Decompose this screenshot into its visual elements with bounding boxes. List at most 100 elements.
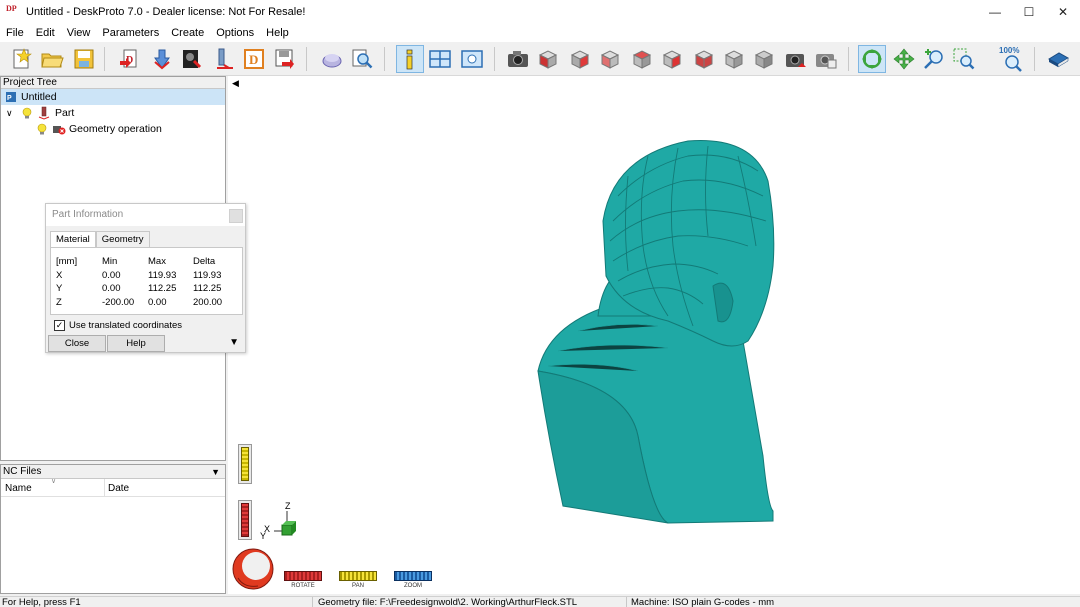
dropdown-arrow-icon[interactable]: ▼: [211, 465, 220, 479]
top-view-icon[interactable]: [658, 45, 686, 73]
dialog-title: Part Information: [52, 209, 124, 220]
menu-edit[interactable]: Edit: [30, 24, 61, 42]
svg-text:P: P: [7, 95, 12, 102]
expand-chevron-icon[interactable]: ∨: [6, 108, 18, 119]
zoom-100-icon[interactable]: 100%: [998, 45, 1026, 73]
view-slider-red[interactable]: [238, 500, 252, 540]
3d-viewport[interactable]: ◀ Z X Y ROTATE PAN ZOOM: [228, 76, 1080, 594]
zoom-mode-button[interactable]: [394, 571, 432, 581]
bottom-view-icon[interactable]: [690, 45, 718, 73]
row-x-delta: 119.93: [193, 270, 222, 281]
bust-model: [537, 140, 775, 524]
tree-item-project-label: Untitled: [21, 91, 57, 103]
fit-view-icon[interactable]: [458, 45, 486, 73]
part-icon[interactable]: [148, 45, 176, 73]
zoom-window-icon[interactable]: [950, 45, 978, 73]
bitmap-icon[interactable]: [178, 45, 206, 73]
export-icon[interactable]: [270, 45, 298, 73]
right-view-icon[interactable]: [628, 45, 656, 73]
row-y-axis: Y: [56, 283, 63, 294]
expand-down-icon[interactable]: ▼: [229, 337, 239, 348]
row-y-min: 0.00: [102, 283, 121, 294]
status-geometry-file: Geometry file: F:\Freedesignwold\2. Work…: [318, 597, 578, 607]
minimize-button[interactable]: —: [978, 0, 1012, 24]
tree-item-project[interactable]: P Untitled: [1, 89, 225, 105]
column-date[interactable]: Date: [108, 483, 129, 494]
menu-help[interactable]: Help: [260, 24, 295, 42]
tree-item-operation[interactable]: Geometry operation: [1, 121, 162, 137]
view-slider-yellow[interactable]: [238, 444, 252, 484]
dialog-title-bar[interactable]: Part Information: [46, 204, 245, 226]
zoom-in-icon[interactable]: [920, 45, 948, 73]
menu-view[interactable]: View: [61, 24, 97, 42]
part-tree-icon: [38, 106, 50, 120]
menu-options[interactable]: Options: [210, 24, 260, 42]
axis-indicator: Z X Y: [260, 501, 300, 546]
back-view-icon[interactable]: [566, 45, 594, 73]
window-title: Untitled - DeskProto 7.0 - Dealer licens…: [26, 6, 306, 18]
axis-z-label: Z: [285, 501, 291, 511]
iso-view-icon[interactable]: [720, 45, 748, 73]
row-x-max: 119.93: [148, 270, 177, 281]
bulb-icon[interactable]: [22, 107, 32, 119]
toolbar: D D 100%: [0, 42, 1080, 76]
pan-icon[interactable]: [890, 45, 918, 73]
operation-error-icon: [52, 123, 66, 135]
rotate-mode-button[interactable]: [284, 571, 322, 581]
open-project-icon[interactable]: [38, 45, 66, 73]
dialog-close-icon[interactable]: [229, 209, 243, 223]
translated-coordinates-checkbox[interactable]: ✓ Use translated coordinates: [54, 320, 182, 331]
tree-item-operation-label: Geometry operation: [69, 123, 162, 135]
close-dialog-button[interactable]: Close: [48, 335, 106, 352]
menu-file[interactable]: File: [0, 24, 30, 42]
bulb-icon[interactable]: [37, 123, 47, 135]
drawing-icon[interactable]: D: [240, 45, 268, 73]
tab-geometry[interactable]: Geometry: [95, 231, 150, 247]
reset-view-icon[interactable]: [782, 45, 810, 73]
close-button[interactable]: ✕: [1046, 0, 1080, 24]
save-project-icon[interactable]: [70, 45, 98, 73]
row-y-delta: 112.25: [193, 283, 222, 294]
menu-create[interactable]: Create: [165, 24, 210, 42]
zoom-100-label: 100%: [999, 46, 1019, 55]
zoom-mode-label: ZOOM: [404, 583, 422, 589]
help-dialog-button[interactable]: Help: [107, 335, 165, 352]
import-geometry-icon[interactable]: D: [116, 45, 144, 73]
nc-files-columns: Name ∨ Date: [1, 478, 225, 497]
vector-icon[interactable]: [210, 45, 238, 73]
copy-view-icon[interactable]: [812, 45, 840, 73]
side-view-icon[interactable]: [750, 45, 778, 73]
tree-item-part[interactable]: ∨ Part: [1, 105, 74, 121]
column-name[interactable]: Name: [5, 483, 32, 494]
rotate-dial[interactable]: [232, 548, 274, 590]
camera-icon[interactable]: [504, 45, 532, 73]
rotate-mode-label: ROTATE: [291, 583, 315, 589]
row-x-min: 0.00: [102, 270, 121, 281]
help-book-icon[interactable]: [1044, 45, 1072, 73]
status-machine: Machine: ISO plain G-codes - mm: [631, 597, 775, 607]
simulate-icon[interactable]: [318, 45, 346, 73]
maximize-button[interactable]: ☐: [1012, 0, 1046, 24]
tab-material[interactable]: Material: [50, 231, 96, 247]
pan-mode-button[interactable]: [339, 571, 377, 581]
status-help: For Help, press F1: [2, 597, 81, 607]
axis-y-label: Y: [260, 531, 267, 541]
tile-view-icon[interactable]: [426, 45, 454, 73]
preview-icon[interactable]: [348, 45, 376, 73]
checkbox-checked-icon[interactable]: ✓: [54, 320, 65, 331]
nc-files-panel: NC Files ▼ Name ∨ Date: [0, 464, 226, 594]
header-delta: Delta: [193, 256, 216, 267]
menu-parameters[interactable]: Parameters: [96, 24, 165, 42]
left-view-icon[interactable]: [596, 45, 624, 73]
rotate-icon[interactable]: [858, 45, 886, 73]
front-view-icon[interactable]: [534, 45, 562, 73]
title-bar: DP Untitled - DeskProto 7.0 - Dealer lic…: [0, 0, 1080, 24]
header-max: Max: [148, 256, 166, 267]
row-z-min: -200.00: [102, 297, 135, 308]
info-icon[interactable]: [396, 45, 424, 73]
svg-text:D: D: [249, 52, 258, 67]
collapse-arrow-icon[interactable]: ◀: [232, 78, 239, 89]
new-project-icon[interactable]: [8, 45, 36, 73]
checkbox-label: Use translated coordinates: [69, 320, 183, 331]
project-tree-header: Project Tree: [1, 77, 225, 89]
